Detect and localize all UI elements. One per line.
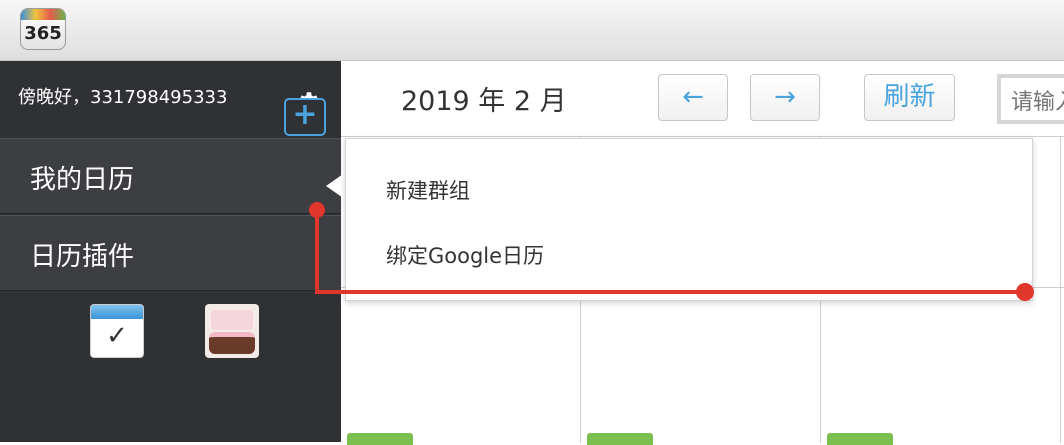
sidebar-item-label: 我的日历	[30, 165, 135, 195]
birthday-plugin-icon[interactable]	[205, 304, 259, 358]
dropdown-pointer	[326, 172, 346, 200]
sidebar-item-my-calendar[interactable]: 我的日历	[0, 138, 341, 214]
month-title: 2019 年 2 月	[401, 86, 567, 117]
menu-item-new-group[interactable]: 新建群组	[386, 175, 470, 205]
logo-text: 365	[24, 23, 62, 44]
add-calendar-button[interactable]: +	[284, 98, 326, 136]
event-tab[interactable]	[347, 433, 413, 445]
checkmark-icon: ✓	[106, 321, 128, 351]
birthday-cake-topper	[211, 310, 253, 330]
user-greeting: 傍晚好，331798495333	[18, 87, 228, 108]
top-bar: 365	[0, 0, 1064, 61]
todo-plugin-icon[interactable]: ✓	[90, 304, 144, 358]
search-input[interactable]	[997, 74, 1064, 124]
next-month-button[interactable]: →	[750, 74, 820, 121]
sidebar-item-label: 日历插件	[30, 242, 135, 272]
app-logo[interactable]: 365	[20, 8, 66, 50]
event-tab[interactable]	[587, 433, 653, 445]
event-tab[interactable]	[827, 433, 893, 445]
refresh-button[interactable]: 刷新	[864, 74, 955, 121]
add-calendar-dropdown: 新建群组 绑定Google日历	[345, 138, 1033, 301]
birthday-cake-icon	[209, 332, 255, 354]
grid-divider	[1060, 137, 1061, 443]
sidebar-item-calendar-plugins[interactable]: 日历插件	[0, 215, 341, 291]
todo-plugin-band	[91, 305, 143, 319]
prev-month-button[interactable]: ←	[658, 74, 728, 121]
menu-item-bind-google-calendar[interactable]: 绑定Google日历	[386, 240, 544, 270]
logo-color-strip	[21, 9, 65, 20]
